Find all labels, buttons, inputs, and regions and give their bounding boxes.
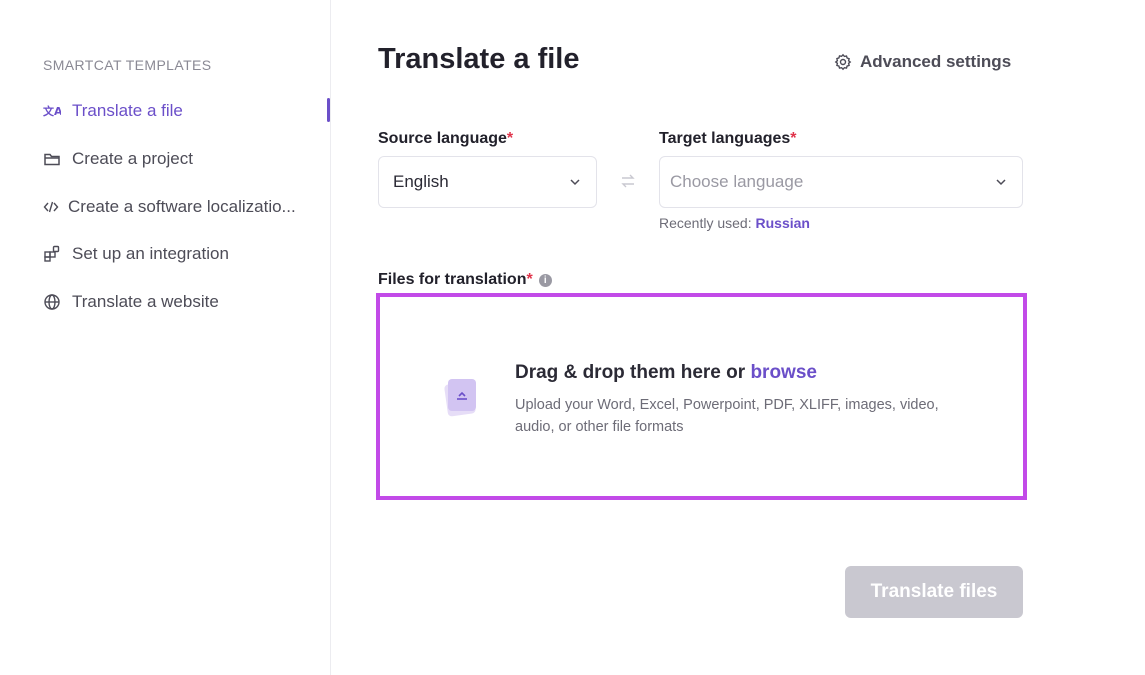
globe-icon xyxy=(43,293,61,311)
page-title: Translate a file xyxy=(378,43,580,75)
code-icon xyxy=(43,198,59,216)
target-languages-label: Target languages* xyxy=(659,130,797,148)
recently-used-prefix: Recently used: xyxy=(659,215,752,231)
translate-icon: 文A xyxy=(43,102,61,120)
target-languages-label-text: Target languages xyxy=(659,130,791,147)
sidebar-item-label: Translate a website xyxy=(72,292,219,311)
browse-link[interactable]: browse xyxy=(750,362,817,383)
required-mark: * xyxy=(790,130,797,147)
dropzone-title-text: Drag & drop them here or xyxy=(515,362,746,383)
sidebar-item-website[interactable]: Translate a website xyxy=(43,288,323,316)
source-language-value: English xyxy=(393,172,449,191)
sidebar-item-label: Create a project xyxy=(72,149,193,168)
files-label: Files for translation* i xyxy=(378,271,552,289)
chevron-down-icon xyxy=(994,175,1008,189)
advanced-settings-button[interactable]: Advanced settings xyxy=(834,50,1011,74)
source-language-label-text: Source language xyxy=(378,130,507,147)
integration-icon xyxy=(43,245,61,263)
source-language-label: Source language* xyxy=(378,130,513,148)
advanced-settings-label: Advanced settings xyxy=(860,52,1012,71)
sidebar-item-label: Create a software localizatio... xyxy=(68,197,296,216)
sidebar-item-label: Set up an integration xyxy=(72,244,229,263)
sidebar-item-label: Translate a file xyxy=(72,101,183,120)
svg-text:文A: 文A xyxy=(43,104,61,118)
gear-icon xyxy=(834,53,852,71)
active-indicator xyxy=(327,98,330,122)
info-icon[interactable]: i xyxy=(538,274,552,287)
source-language-select[interactable]: English xyxy=(378,156,597,208)
translate-files-button[interactable]: Translate files xyxy=(845,566,1023,618)
sidebar-item-software-localization[interactable]: Create a software localizatio... xyxy=(43,193,323,221)
required-mark: * xyxy=(506,130,514,147)
dropzone-title: Drag & drop them here or browse xyxy=(515,362,817,384)
folder-icon xyxy=(43,150,61,168)
recently-used: Recently used: Russian xyxy=(659,215,810,231)
required-mark: * xyxy=(526,271,533,288)
sidebar-item-integration[interactable]: Set up an integration xyxy=(43,240,323,268)
target-languages-select[interactable]: Choose language xyxy=(659,156,1023,208)
files-label-text: Files for translation xyxy=(378,271,527,288)
target-languages-placeholder: Choose language xyxy=(670,172,804,191)
recent-language-link[interactable]: Russian xyxy=(756,215,810,231)
sidebar-item-create-project[interactable]: Create a project xyxy=(43,145,323,173)
dropzone-description: Upload your Word, Excel, Powerpoint, PDF… xyxy=(515,397,939,435)
swap-languages-icon[interactable] xyxy=(619,172,637,190)
file-upload-icon xyxy=(440,375,482,421)
sidebar-item-translate-file[interactable]: 文A Translate a file xyxy=(43,97,323,125)
chevron-down-icon xyxy=(568,175,582,189)
file-dropzone[interactable]: Drag & drop them here or browse Upload y… xyxy=(376,293,1027,500)
sidebar-heading: SMARTCAT TEMPLATES xyxy=(43,57,212,73)
sidebar: SMARTCAT TEMPLATES 文A Translate a file C… xyxy=(0,0,331,675)
